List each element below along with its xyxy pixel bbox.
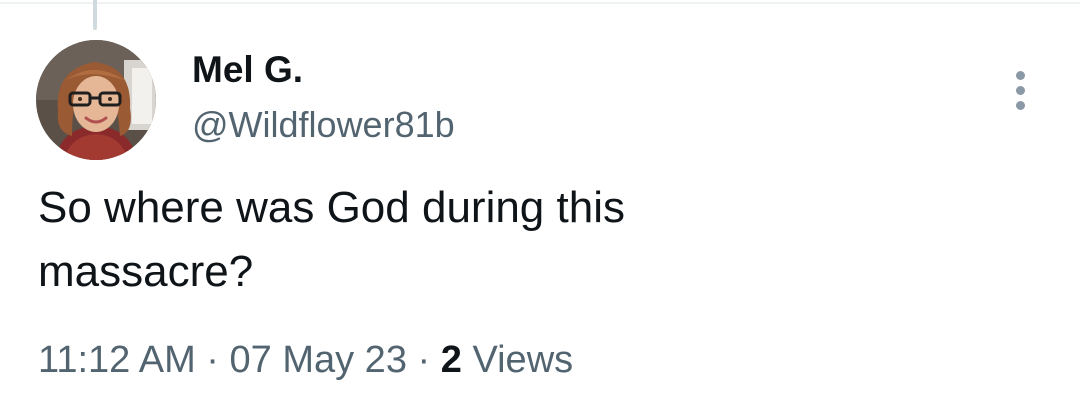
tweet-time[interactable]: 11:12 AM [38,339,196,381]
tweet-metadata: 11:12 AM · 07 May 23 · 2 Views [38,336,573,384]
display-name[interactable]: Mel G. [192,46,303,94]
more-vertical-icon-dot [1015,100,1025,110]
more-vertical-icon-dot [1015,85,1025,95]
tweet-date[interactable]: 07 May 23 [230,339,407,381]
meta-separator: · [206,339,219,381]
more-vertical-icon [1015,70,1025,80]
thread-connector-line [93,0,97,30]
views-label[interactable]: Views [472,339,573,381]
avatar-photo [36,40,156,160]
user-handle[interactable]: @Wildflower81b [192,102,455,148]
avatar[interactable] [36,40,156,160]
more-options-button[interactable] [996,62,1044,118]
top-divider [0,2,1080,4]
views-count[interactable]: 2 [441,339,462,381]
meta-separator: · [417,339,431,381]
tweet-text: So where was God during this massacre? [38,183,625,296]
